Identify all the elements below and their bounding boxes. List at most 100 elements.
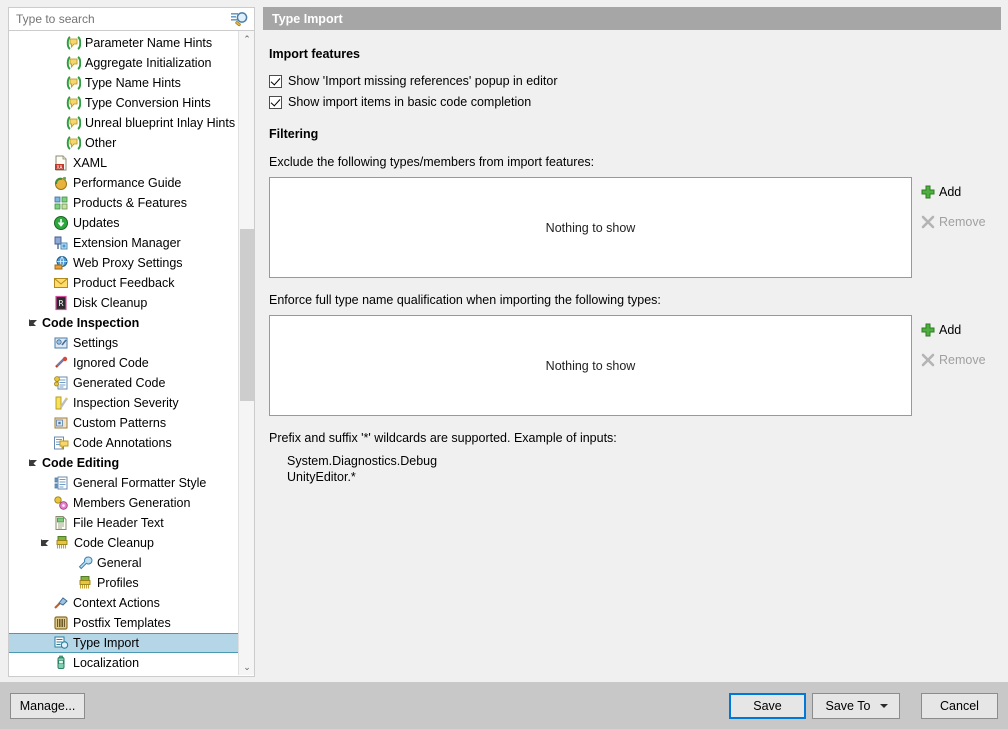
filtering-heading: Filtering: [269, 127, 318, 141]
tree-item-unreal-blueprint-inlay-hints[interactable]: Unreal blueprint Inlay Hints: [9, 113, 239, 133]
expander-triangle-icon[interactable]: [29, 318, 39, 328]
enforce-list-label: Enforce full type name qualification whe…: [269, 293, 661, 307]
tree-item-type-import[interactable]: Type Import: [8, 633, 240, 653]
tree-item-label: Code Editing: [42, 453, 119, 473]
inlay-hint-icon: [65, 95, 81, 111]
settings-tree-body: Parameter Name HintsAggregate Initializa…: [9, 31, 239, 673]
scroll-up-arrow[interactable]: ⌃: [239, 31, 255, 47]
tree-item-label: Generated Code: [73, 373, 165, 393]
generated-code-icon: [53, 375, 69, 391]
checkbox-import-popup[interactable]: [269, 75, 282, 88]
tree-item-localization[interactable]: Localization: [9, 653, 239, 673]
tree-item-postfix-templates[interactable]: Postfix Templates: [9, 613, 239, 633]
exclude-list[interactable]: Nothing to show: [269, 177, 912, 278]
tree-item-code-annotations[interactable]: Code Annotations: [9, 433, 239, 453]
tree-item-products-features[interactable]: Products & Features: [9, 193, 239, 213]
tree-item-label: Ignored Code: [73, 353, 149, 373]
tree-item-code-editing[interactable]: Code Editing: [9, 453, 239, 473]
settings-tree[interactable]: Parameter Name HintsAggregate Initializa…: [8, 31, 255, 677]
tree-item-ignored-code[interactable]: Ignored Code: [9, 353, 239, 373]
options-dialog: Parameter Name HintsAggregate Initializa…: [0, 0, 1008, 729]
tree-item-label: Inspection Severity: [73, 393, 179, 413]
save-to-label: Save To: [826, 699, 871, 713]
enforce-list-empty-message: Nothing to show: [270, 359, 911, 373]
tree-item-label: Other: [85, 133, 116, 153]
tree-item-type-name-hints[interactable]: Type Name Hints: [9, 73, 239, 93]
tree-item-extension-manager[interactable]: Extension Manager: [9, 233, 239, 253]
enforce-add-button[interactable]: Add: [920, 322, 961, 338]
tree-item-code-cleanup[interactable]: Code Cleanup: [9, 533, 239, 553]
search-icon[interactable]: [231, 11, 249, 28]
import-features-heading: Import features: [269, 47, 360, 61]
expander-triangle-icon[interactable]: [29, 458, 39, 468]
tree-item-performance-guide[interactable]: Performance Guide: [9, 173, 239, 193]
tree-item-label: Code Cleanup: [74, 533, 154, 553]
tree-item-label: Postfix Templates: [73, 613, 171, 633]
save-to-button[interactable]: Save To: [812, 693, 900, 719]
tree-item-file-header-text[interactable]: File Header Text: [9, 513, 239, 533]
svg-text:R: R: [59, 299, 64, 308]
disk-cleanup-icon: R: [53, 295, 69, 311]
tree-item-settings[interactable]: Settings: [9, 333, 239, 353]
tree-vertical-scrollbar[interactable]: ⌃ ⌄: [238, 31, 254, 675]
exclude-remove-button: Remove: [920, 214, 986, 230]
tree-item-inspection-severity[interactable]: Inspection Severity: [9, 393, 239, 413]
manage-button[interactable]: Manage...: [10, 693, 85, 719]
tree-item-generated-code[interactable]: Generated Code: [9, 373, 239, 393]
checkbox-row-import-popup[interactable]: Show 'Import missing references' popup i…: [269, 74, 558, 88]
tree-item-label: Code Annotations: [73, 433, 172, 453]
tree-item-xaml[interactable]: XA XAML: [9, 153, 239, 173]
checkbox-basic-completion[interactable]: [269, 96, 282, 109]
svg-text:XA: XA: [56, 165, 62, 171]
formatter-style-icon: [53, 475, 69, 491]
tree-item-context-actions[interactable]: Context Actions: [9, 593, 239, 613]
enforce-remove-label: Remove: [939, 353, 986, 367]
tree-item-parameter-name-hints[interactable]: Parameter Name Hints: [9, 33, 239, 53]
tree-item-code-inspection[interactable]: Code Inspection: [9, 313, 239, 333]
tree-item-label: XAML: [73, 153, 107, 173]
search-input[interactable]: [9, 9, 221, 29]
save-button[interactable]: Save: [729, 693, 806, 719]
code-cleanup-icon: [54, 535, 70, 551]
tree-item-general-formatter-style[interactable]: General Formatter Style: [9, 473, 239, 493]
tree-item-label: General: [97, 553, 141, 573]
expander-triangle-icon[interactable]: [41, 538, 51, 548]
tree-item-web-proxy-settings[interactable]: Web Proxy Settings: [9, 253, 239, 273]
tree-item-general[interactable]: General: [9, 553, 239, 573]
tree-item-profiles[interactable]: Profiles: [9, 573, 239, 593]
plus-icon: [920, 322, 936, 338]
tree-item-label: Members Generation: [73, 493, 190, 513]
tree-item-label: Performance Guide: [73, 173, 181, 193]
context-actions-icon: [53, 595, 69, 611]
enforce-list[interactable]: Nothing to show: [269, 315, 912, 416]
tree-item-members-generation[interactable]: Members Generation: [9, 493, 239, 513]
tree-item-label: Disk Cleanup: [73, 293, 147, 313]
wrench-icon: [77, 555, 93, 571]
inlay-hint-icon: [65, 115, 81, 131]
panel-title: Type Import: [263, 7, 1001, 30]
inlay-hint-icon: [65, 75, 81, 91]
tree-item-other[interactable]: Other: [9, 133, 239, 153]
tree-item-label: Localization: [73, 653, 139, 673]
search-box[interactable]: [8, 7, 255, 31]
checkbox-row-basic-completion[interactable]: Show import items in basic code completi…: [269, 95, 531, 109]
custom-patterns-icon: [53, 415, 69, 431]
exclude-add-button[interactable]: Add: [920, 184, 961, 200]
ignored-code-icon: [53, 355, 69, 371]
tree-item-label: Context Actions: [73, 593, 160, 613]
tree-item-product-feedback[interactable]: Product Feedback: [9, 273, 239, 293]
cancel-button[interactable]: Cancel: [921, 693, 998, 719]
tree-item-aggregate-initialization[interactable]: Aggregate Initialization: [9, 53, 239, 73]
members-generation-icon: [53, 495, 69, 511]
tree-item-label: Product Feedback: [73, 273, 174, 293]
tree-item-custom-patterns[interactable]: Custom Patterns: [9, 413, 239, 433]
dialog-footer: Manage... Save Save To Cancel: [0, 682, 1008, 729]
tree-item-disk-cleanup[interactable]: R Disk Cleanup: [9, 293, 239, 313]
scroll-down-arrow[interactable]: ⌄: [239, 659, 255, 675]
tree-item-label: Settings: [73, 333, 118, 353]
performance-guide-icon: [53, 175, 69, 191]
tree-item-updates[interactable]: Updates: [9, 213, 239, 233]
tree-item-type-conversion-hints[interactable]: Type Conversion Hints: [9, 93, 239, 113]
scrollbar-thumb[interactable]: [240, 229, 254, 401]
checkbox-basic-completion-label: Show import items in basic code completi…: [288, 95, 531, 109]
